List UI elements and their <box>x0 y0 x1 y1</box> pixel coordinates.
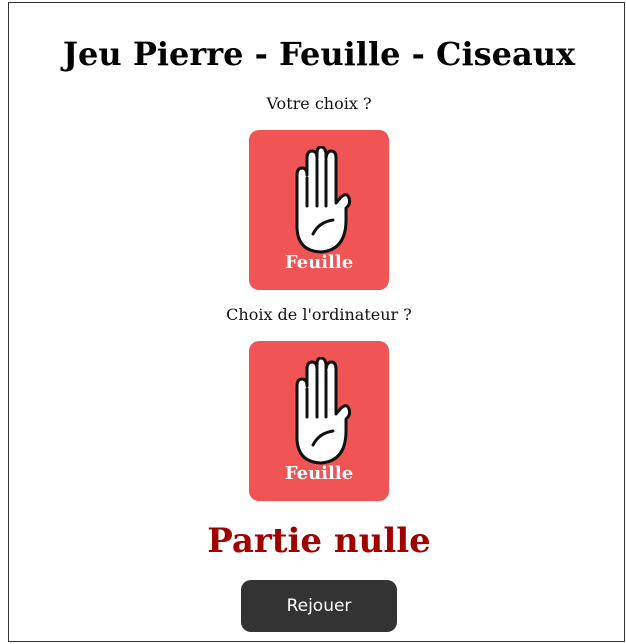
computer-choice-card: Feuille <box>249 341 389 501</box>
computer-choice-label: Feuille <box>284 463 354 484</box>
hand-paper-icon <box>295 146 352 254</box>
result-text: Partie nulle <box>207 521 431 561</box>
hand-paper-icon <box>295 357 352 465</box>
player-choice-prompt: Votre choix ? <box>266 94 372 113</box>
computer-choice-prompt: Choix de l'ordinateur ? <box>226 305 412 324</box>
player-choice-card[interactable]: Feuille <box>249 130 389 290</box>
page-title: Jeu Pierre - Feuille - Ciseaux <box>62 35 576 73</box>
replay-button[interactable]: Rejouer <box>241 580 397 632</box>
player-choice-label: Feuille <box>284 252 354 273</box>
